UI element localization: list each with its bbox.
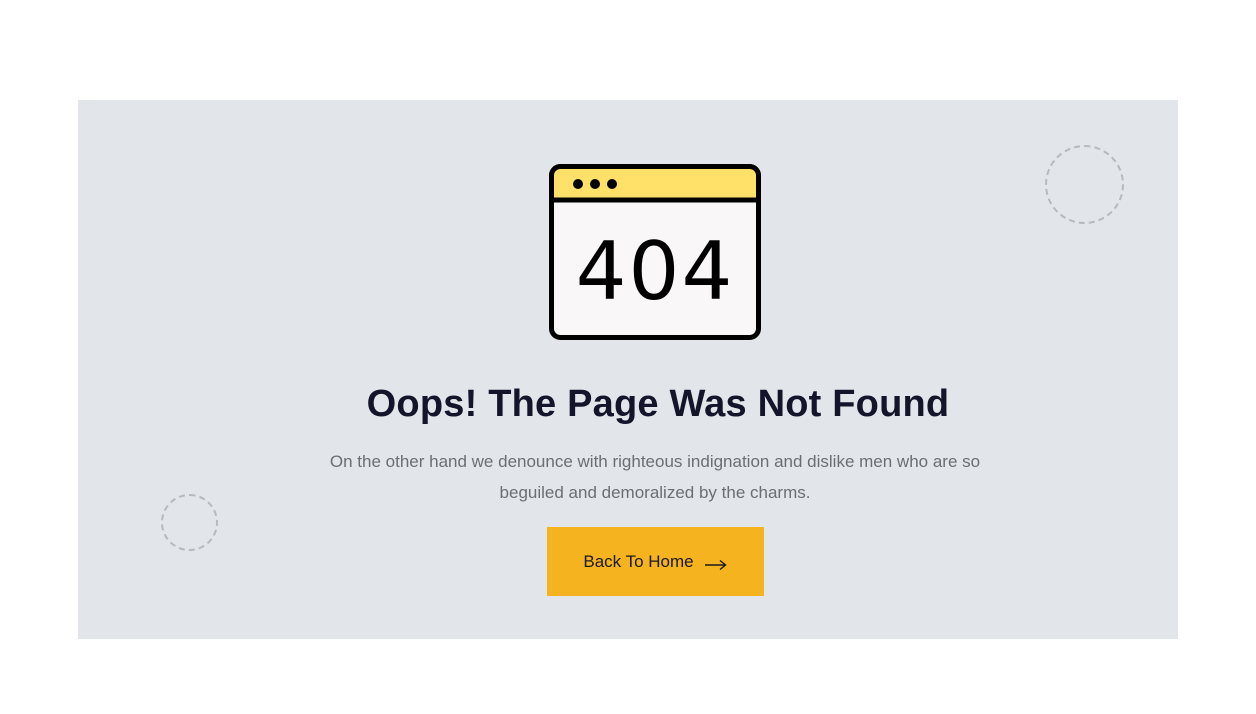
page-title: Oops! The Page Was Not Found: [366, 383, 950, 425]
decorative-dashed-circle-bottom-left: [161, 494, 218, 551]
error-page: 404 Oops! The Page Was Not Found On the …: [0, 0, 1256, 714]
back-to-home-label: Back To Home: [583, 551, 694, 571]
decorative-dashed-circle-top-right: [1045, 145, 1124, 224]
not-found-panel: 404 Oops! The Page Was Not Found On the …: [78, 100, 1178, 639]
error-description: On the other hand we denounce with right…: [329, 452, 981, 502]
browser-window-404-icon: 404: [549, 164, 761, 340]
arrow-right-icon: [704, 556, 728, 570]
back-to-home-button[interactable]: Back To Home: [547, 527, 764, 596]
error-code-text: 404: [576, 225, 735, 318]
